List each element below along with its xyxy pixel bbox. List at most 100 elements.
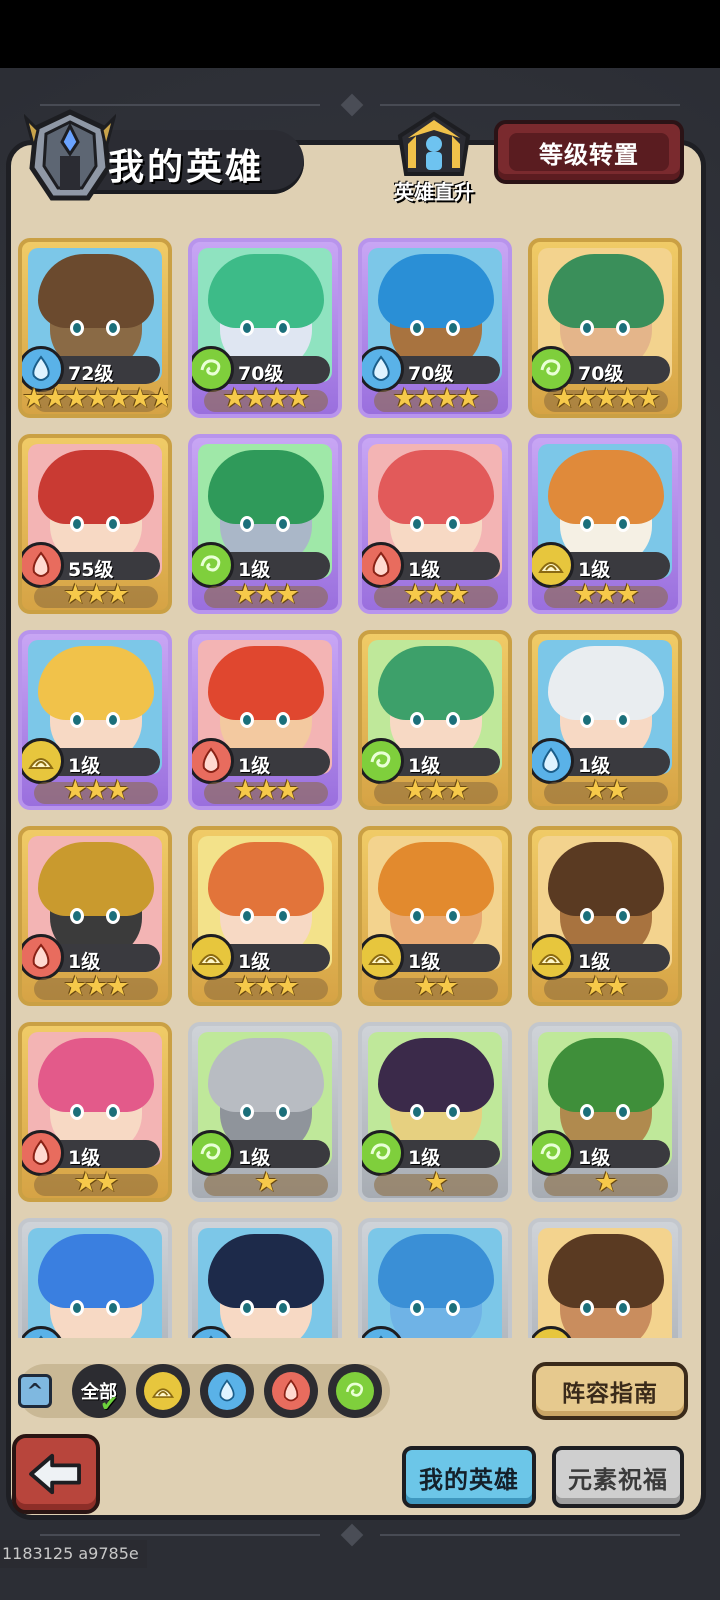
hero-eye xyxy=(446,320,460,336)
hero-eye xyxy=(106,1300,120,1316)
hero-hair xyxy=(208,1038,324,1112)
tab-my-heroes[interactable]: 我的英雄 xyxy=(402,1446,536,1508)
hero-eye xyxy=(240,1300,254,1316)
hero-grid: 72级 ★★★★★★★ 70级 ★★★★ 70级 ★★★★ 70级 ★★★★★ 55级 ★★★ 1级… xyxy=(18,238,690,1338)
hero-card[interactable]: 70级 ★★★★ xyxy=(188,238,342,418)
hero-eye xyxy=(70,1104,84,1120)
hero-stars: ★★★★★ xyxy=(551,383,661,414)
hero-eye xyxy=(240,908,254,924)
hero-card[interactable]: 1级 ★ xyxy=(528,1022,682,1202)
hero-hair xyxy=(378,450,494,524)
hero-eye xyxy=(616,516,630,532)
hero-eye xyxy=(240,516,254,532)
hero-hair xyxy=(548,842,664,916)
hero-card[interactable]: 55级 ★★★ xyxy=(18,434,172,614)
hero-eye xyxy=(276,320,290,336)
hero-eye xyxy=(410,320,424,336)
level-transfer-button[interactable]: 等级转置 xyxy=(494,120,684,184)
hero-eye xyxy=(446,908,460,924)
hero-hair xyxy=(208,646,324,720)
hero-hair xyxy=(38,254,154,328)
helmet-icon xyxy=(24,109,116,201)
page-title: 我的英雄 xyxy=(108,147,265,188)
hero-eye xyxy=(276,908,290,924)
hero-stars: ★★★ xyxy=(233,971,300,1002)
hero-eye xyxy=(580,1300,594,1316)
lineup-guide-button[interactable]: 阵容指南 xyxy=(532,1362,688,1420)
hero-card[interactable]: 1级 ★★★ xyxy=(188,826,342,1006)
hero-eye xyxy=(580,1104,594,1120)
decor-line xyxy=(380,1534,680,1536)
lineup-guide-label: 阵容指南 xyxy=(562,1381,658,1407)
chevron-up-icon: ^ xyxy=(26,1379,44,1403)
filter-fire-button[interactable] xyxy=(264,1364,318,1418)
tab-element-blessing-label: 元素祝福 xyxy=(568,1465,668,1494)
hero-level: 1级 xyxy=(68,951,101,973)
hero-card[interactable]: 1级 ★★★ xyxy=(358,434,512,614)
tab-element-blessing[interactable]: 元素祝福 xyxy=(552,1446,684,1508)
hero-stars: ★★★ xyxy=(573,579,640,610)
hero-card[interactable]: 1级 ★★★ xyxy=(18,826,172,1006)
hero-card[interactable]: 1级 ★★ xyxy=(528,630,682,810)
hero-eye xyxy=(446,516,460,532)
hero-card[interactable]: 70级 ★★★★★ xyxy=(528,238,682,418)
hero-eye xyxy=(106,712,120,728)
hero-card[interactable]: 1级 ★★★ xyxy=(18,630,172,810)
hero-card[interactable]: 1级 ★★★ xyxy=(528,434,682,614)
hero-eye xyxy=(616,1104,630,1120)
hero-level: 55级 xyxy=(68,559,114,581)
hero-card[interactable]: 1级 ★★★ xyxy=(358,630,512,810)
filter-water-button[interactable] xyxy=(200,1364,254,1418)
hero-card[interactable]: 1级 ★★ xyxy=(528,826,682,1006)
hero-card[interactable]: 72级 ★★★★★★★ xyxy=(18,238,172,418)
hero-hair xyxy=(208,842,324,916)
hero-eye xyxy=(616,908,630,924)
hero-hair xyxy=(548,1234,664,1308)
hero-card[interactable] xyxy=(358,1218,512,1338)
hero-card[interactable]: 1级 ★★★ xyxy=(188,630,342,810)
hero-card[interactable] xyxy=(18,1218,172,1338)
hero-level: 70级 xyxy=(408,363,454,385)
hero-level: 1级 xyxy=(578,559,611,581)
check-icon: ✔ xyxy=(100,1392,119,1417)
hero-card[interactable] xyxy=(188,1218,342,1338)
hero-stars: ★★ xyxy=(583,971,629,1002)
hero-eye xyxy=(446,1104,460,1120)
hero-eye xyxy=(106,908,120,924)
hero-stars: ★★★ xyxy=(63,971,130,1002)
hero-direct-upgrade-button[interactable]: 英雄直升 xyxy=(386,110,482,206)
hero-level: 1级 xyxy=(578,951,611,973)
hero-hair xyxy=(378,842,494,916)
hero-eye xyxy=(106,1104,120,1120)
hero-eye xyxy=(70,908,84,924)
hero-hair xyxy=(548,254,664,328)
hero-level: 1级 xyxy=(578,1147,611,1169)
hero-stars: ★★ xyxy=(413,971,459,1002)
hero-card[interactable]: 1级 ★★ xyxy=(18,1022,172,1202)
hero-hair xyxy=(378,1234,494,1308)
hero-card[interactable]: 1级 ★★ xyxy=(358,826,512,1006)
hero-card[interactable]: 1级 ★ xyxy=(188,1022,342,1202)
hero-card[interactable] xyxy=(528,1218,682,1338)
hero-eye xyxy=(70,516,84,532)
hero-hair xyxy=(208,254,324,328)
hero-level: 1级 xyxy=(408,559,441,581)
hero-level: 1级 xyxy=(238,559,271,581)
hero-stars: ★★ xyxy=(73,1167,119,1198)
back-button[interactable] xyxy=(12,1434,100,1514)
title-area: 我的英雄 xyxy=(14,108,304,201)
hero-hair xyxy=(378,1038,494,1112)
hero-card[interactable]: 70级 ★★★★ xyxy=(358,238,512,418)
hero-stars: ★★ xyxy=(583,775,629,806)
hero-hair xyxy=(38,646,154,720)
hero-level: 1级 xyxy=(408,1147,441,1169)
hero-card[interactable]: 1级 ★★★ xyxy=(188,434,342,614)
version-label: 1183125 a9785e xyxy=(0,1540,147,1568)
filter-wind-button[interactable] xyxy=(328,1364,382,1418)
hero-eye xyxy=(70,320,84,336)
hero-stars: ★★★★ xyxy=(392,383,481,414)
hero-stars: ★★★ xyxy=(63,775,130,806)
filter-earth-button[interactable] xyxy=(136,1364,190,1418)
collapse-button[interactable]: ^ xyxy=(18,1374,52,1408)
hero-card[interactable]: 1级 ★ xyxy=(358,1022,512,1202)
